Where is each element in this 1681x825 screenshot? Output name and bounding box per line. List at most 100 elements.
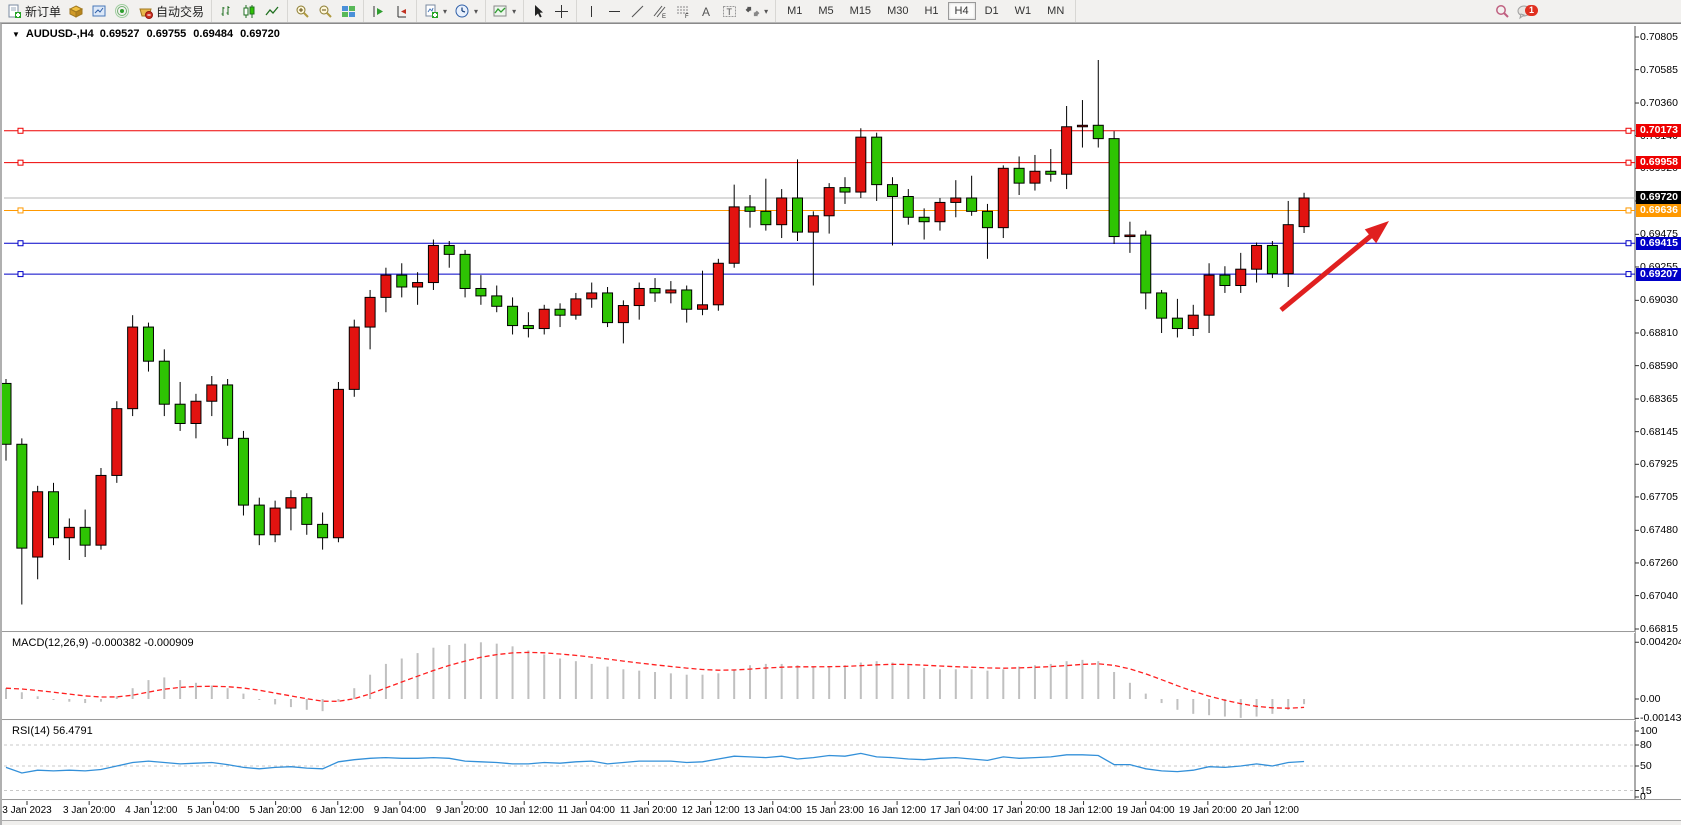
macd-histogram-bar bbox=[290, 699, 292, 707]
macd-histogram-bar bbox=[765, 664, 767, 699]
chevron-down-icon: ▾ bbox=[474, 7, 478, 16]
macd-histogram-bar bbox=[496, 644, 498, 699]
candle-down bbox=[745, 207, 755, 211]
macd-histogram-bar bbox=[670, 673, 672, 699]
svg-text:T: T bbox=[727, 7, 733, 17]
candle-up bbox=[1299, 198, 1309, 227]
timeframe-H1[interactable]: H1 bbox=[917, 2, 945, 20]
candle-down bbox=[523, 326, 533, 329]
rsi-line bbox=[6, 753, 1304, 773]
time-axis-label: 5 Jan 04:00 bbox=[187, 805, 239, 816]
candle-up bbox=[128, 327, 138, 409]
macd-histogram-bar bbox=[559, 659, 561, 700]
timeframe-M30[interactable]: M30 bbox=[880, 2, 915, 20]
macd-histogram-bar bbox=[68, 699, 70, 702]
macd-histogram-bar bbox=[5, 688, 7, 699]
timeframe-MN[interactable]: MN bbox=[1040, 2, 1071, 20]
bar-chart-button[interactable] bbox=[215, 3, 238, 20]
candle-down bbox=[159, 361, 169, 404]
new-order-button[interactable]: 新订单 bbox=[3, 2, 65, 21]
auto-trading-button[interactable]: 自动交易 bbox=[134, 2, 208, 21]
signal-icon bbox=[115, 4, 130, 19]
tile-windows-button[interactable] bbox=[337, 3, 360, 20]
candle-up bbox=[1062, 127, 1072, 174]
text-button[interactable]: A bbox=[695, 3, 718, 20]
horizontal-line-button[interactable] bbox=[603, 3, 626, 20]
candle-up bbox=[1077, 125, 1087, 126]
signal-button[interactable] bbox=[111, 3, 134, 20]
chart-window[interactable]: ▼ AUDUSD-,H4 0.69527 0.69755 0.69484 0.6… bbox=[0, 23, 1681, 825]
timeframe-M1[interactable]: M1 bbox=[780, 2, 809, 20]
macd-histogram-bar bbox=[812, 667, 814, 699]
line-chart-button[interactable] bbox=[261, 3, 284, 20]
arrows-button[interactable]: ▾ bbox=[741, 3, 772, 20]
period-button[interactable]: ▾ bbox=[451, 3, 482, 20]
chart-shift-button[interactable] bbox=[390, 3, 413, 20]
macd-histogram-bar bbox=[876, 661, 878, 699]
candle-chart-button[interactable] bbox=[238, 3, 261, 20]
timeframe-H4[interactable]: H4 bbox=[948, 2, 976, 20]
line-marker bbox=[18, 241, 23, 246]
fibonacci-button[interactable]: F bbox=[672, 3, 695, 20]
vertical-line-button[interactable] bbox=[580, 3, 603, 20]
macd-histogram-bar bbox=[955, 669, 957, 699]
rsi-tick-label: 100 bbox=[1640, 725, 1658, 737]
trend-arrow[interactable] bbox=[1281, 232, 1375, 310]
new-chart-button[interactable]: ▾ bbox=[420, 3, 451, 20]
candle-down bbox=[175, 404, 185, 423]
timeframe-M5[interactable]: M5 bbox=[811, 2, 840, 20]
macd-histogram-bar bbox=[860, 663, 862, 699]
candle-down bbox=[555, 309, 565, 315]
auto-scroll-icon bbox=[371, 4, 386, 19]
candle-down bbox=[1267, 245, 1277, 273]
cursor-button[interactable] bbox=[527, 3, 550, 20]
pane-splitter[interactable] bbox=[2, 631, 1635, 633]
trend-arrow-head bbox=[1365, 221, 1389, 243]
svg-text:E: E bbox=[662, 14, 666, 19]
gold-cube-icon bbox=[69, 4, 84, 19]
price-tick-label: 0.68145 bbox=[1640, 426, 1678, 438]
zoom-in-button[interactable] bbox=[291, 3, 314, 20]
market-watch-button[interactable] bbox=[88, 3, 111, 20]
macd-histogram-bar bbox=[923, 668, 925, 699]
candle-down bbox=[2, 383, 11, 444]
price-tick-label: 0.67260 bbox=[1640, 557, 1678, 569]
horizontal-line-icon bbox=[607, 4, 622, 19]
indicators-button[interactable]: ▾ bbox=[489, 3, 520, 20]
main-toolbar: 新订单 自动交易 bbox=[0, 0, 1681, 23]
collapse-triangle-icon[interactable]: ▼ bbox=[12, 30, 20, 39]
chat-icon[interactable]: 1 bbox=[1517, 4, 1539, 19]
candle-up bbox=[1188, 315, 1198, 328]
crosshair-button[interactable] bbox=[550, 3, 573, 20]
search-icon[interactable] bbox=[1494, 4, 1509, 19]
auto-scroll-button[interactable] bbox=[367, 3, 390, 20]
level-price-label: 0.69415 bbox=[1636, 237, 1681, 250]
macd-histogram-bar bbox=[702, 675, 704, 699]
timeframe-M15[interactable]: M15 bbox=[843, 2, 878, 20]
pane-splitter bbox=[2, 799, 1681, 801]
gold-cube-button[interactable] bbox=[65, 3, 88, 20]
time-axis-label: 17 Jan 20:00 bbox=[992, 805, 1050, 816]
candle-up bbox=[808, 216, 818, 232]
timeframe-D1[interactable]: D1 bbox=[978, 2, 1006, 20]
chevron-down-icon: ▾ bbox=[443, 7, 447, 16]
text-label-button[interactable]: T bbox=[718, 3, 741, 20]
candle-up bbox=[618, 306, 628, 323]
timeframe-W1[interactable]: W1 bbox=[1008, 2, 1039, 20]
candle-up bbox=[539, 309, 549, 328]
price-tick-label: 0.67040 bbox=[1640, 590, 1678, 602]
macd-histogram-bar bbox=[1081, 660, 1083, 699]
channel-button[interactable]: E bbox=[649, 3, 672, 20]
trendline-button[interactable] bbox=[626, 3, 649, 20]
macd-histogram-bar bbox=[622, 669, 624, 699]
pane-splitter[interactable] bbox=[2, 719, 1635, 721]
candle-up bbox=[1252, 245, 1262, 269]
macd-histogram-bar bbox=[1224, 699, 1226, 717]
level-price-label: 0.69636 bbox=[1636, 204, 1681, 217]
bar-chart-icon bbox=[219, 4, 234, 19]
candle-up bbox=[413, 283, 423, 287]
macd-histogram-bar bbox=[1097, 661, 1099, 699]
zoom-out-button[interactable] bbox=[314, 3, 337, 20]
macd-histogram-bar bbox=[654, 672, 656, 699]
period-icon bbox=[455, 4, 470, 19]
